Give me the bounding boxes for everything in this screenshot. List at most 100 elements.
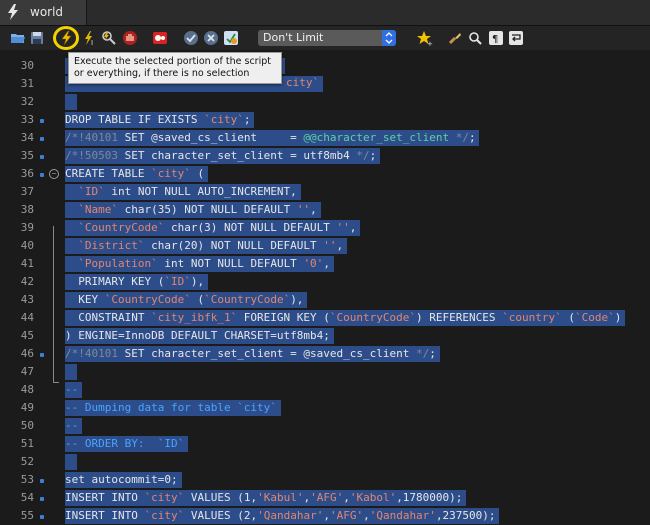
line-number: 50 <box>20 419 34 432</box>
line-number: 54 <box>20 491 34 504</box>
statement-marker-icon <box>40 353 44 357</box>
execute-current-icon[interactable]: I <box>80 29 98 47</box>
editor-line[interactable]: 41 `Population` int NOT NULL DEFAULT '0'… <box>0 255 650 273</box>
stop-icon[interactable] <box>121 29 139 47</box>
invisibles-icon[interactable]: ¶ <box>487 29 505 47</box>
execute-tooltip: Execute the selected portion of the scri… <box>68 52 282 84</box>
rollback-icon[interactable] <box>202 29 220 47</box>
code-text: -- <box>65 419 79 432</box>
editor-line[interactable]: 47 <box>0 363 650 381</box>
beautify-brush-icon[interactable] <box>446 29 464 47</box>
editor-line[interactable]: 53 set autocommit=0; <box>0 471 650 489</box>
editor-line[interactable]: 34 /*!40101 SET @saved_cs_client = @@char… <box>0 129 650 147</box>
limit-rows-select[interactable]: Don't Limit <box>258 30 396 46</box>
code-text: DROP TABLE IF EXISTS `city`; <box>65 113 251 126</box>
selection-highlight <box>65 364 77 380</box>
editor-line[interactable]: 32 <box>0 93 650 111</box>
chevron-updown-icon <box>382 30 396 46</box>
line-number: 40 <box>20 239 34 252</box>
editor-line[interactable]: 37 `ID` int NOT NULL AUTO_INCREMENT, <box>0 183 650 201</box>
editor-line[interactable]: 45) ENGINE=InnoDB DEFAULT CHARSET=utf8mb… <box>0 327 650 345</box>
tab-world[interactable]: world <box>0 0 87 25</box>
autocommit-icon[interactable] <box>222 29 240 47</box>
editor-line[interactable]: 55 INSERT INTO `city` VALUES (2,'Qandahar… <box>0 507 650 525</box>
line-number: 44 <box>20 311 34 324</box>
line-number: 49 <box>20 401 34 414</box>
execute-lightning-icon[interactable] <box>57 29 75 47</box>
selection-highlight <box>65 94 77 110</box>
line-number: 45 <box>20 329 34 342</box>
code-text: INSERT INTO `city` VALUES (2,'Qandahar',… <box>65 509 496 522</box>
editor-line[interactable]: 50 -- <box>0 417 650 435</box>
code-text: -- <box>65 383 79 396</box>
code-text: `Population` int NOT NULL DEFAULT '0', <box>78 257 330 270</box>
line-number: 30 <box>20 59 34 72</box>
save-icon[interactable] <box>28 29 46 47</box>
sql-editor-toolbar: I Don't Limit + ¶ <box>0 26 650 50</box>
editor-line[interactable]: 33 DROP TABLE IF EXISTS `city`; <box>0 111 650 129</box>
editor-line[interactable]: 38 `Name` char(35) NOT NULL DEFAULT '', <box>0 201 650 219</box>
editor-line[interactable]: 36 − CREATE TABLE `city` ( <box>0 165 650 183</box>
statement-marker-icon <box>40 119 44 123</box>
editor-line[interactable]: 39 `CountryCode` char(3) NOT NULL DEFAUL… <box>0 219 650 237</box>
editor-line[interactable]: 43 KEY `CountryCode` (`CountryCode`), <box>0 291 650 309</box>
editor-line[interactable]: 48 -- <box>0 381 650 399</box>
limit-rows-value: Don't Limit <box>263 31 324 44</box>
line-number: 48 <box>20 383 34 396</box>
code-text: CREATE TABLE `city` ( <box>65 167 205 180</box>
line-number: 55 <box>20 509 34 522</box>
code-text: /*!40101 SET @saved_cs_client = @@charac… <box>65 131 476 144</box>
editor-line[interactable]: 44 CONSTRAINT `city_ibfk_1` FOREIGN KEY … <box>0 309 650 327</box>
search-icon[interactable] <box>466 29 484 47</box>
toggle-continue-icon[interactable] <box>151 29 169 47</box>
line-number: 38 <box>20 203 34 216</box>
editor-line[interactable]: 42 PRIMARY KEY (`ID`), <box>0 273 650 291</box>
line-number: 31 <box>20 77 34 90</box>
line-number: 32 <box>20 95 34 108</box>
code-text: PRIMARY KEY (`ID`), <box>65 275 205 288</box>
code-text: KEY `CountryCode` (`CountryCode`), <box>65 293 304 306</box>
editor-line[interactable]: 51 -- ORDER BY: `ID` <box>0 435 650 453</box>
statement-marker-icon <box>40 479 44 483</box>
statement-marker-icon <box>40 137 44 141</box>
sql-editor[interactable]: 30 31 32 33 DROP TABLE IF EXISTS `city`; 34 /*… <box>0 51 650 524</box>
code-text: -- ORDER BY: `ID` <box>65 437 185 450</box>
code-text: CONSTRAINT `city_ibfk_1` FOREIGN KEY (`C… <box>65 311 622 324</box>
code-text: /*!50503 SET character_set_client = utf8… <box>65 149 377 162</box>
line-number: 47 <box>20 365 34 378</box>
code-text: /*!40101 SET character_set_client = @sav… <box>65 347 436 360</box>
editor-line[interactable]: 35 /*!50503 SET character_set_client = ut… <box>0 147 650 165</box>
code-text: `Name` char(35) NOT NULL DEFAULT '', <box>78 203 317 216</box>
editor-line[interactable]: 52 <box>0 453 650 471</box>
line-31-tail: city` <box>282 76 324 92</box>
line-number: 34 <box>20 131 34 144</box>
editor-line[interactable]: 40 `District` char(20) NOT NULL DEFAULT … <box>0 237 650 255</box>
svg-text:+: + <box>427 40 433 47</box>
svg-text:I: I <box>91 39 93 47</box>
editor-line[interactable]: 49 -- Dumping data for table `city` <box>0 399 650 417</box>
open-folder-icon[interactable] <box>9 29 27 47</box>
code-text: `CountryCode` char(3) NOT NULL DEFAULT '… <box>78 221 357 234</box>
tab-label: world <box>30 5 64 19</box>
commit-icon[interactable] <box>182 29 200 47</box>
editor-line[interactable]: 54 INSERT INTO `city` VALUES (1,'Kabul','… <box>0 489 650 507</box>
line-number: 39 <box>20 221 34 234</box>
bookmark-star-icon[interactable]: + <box>415 29 433 47</box>
code-text: `District` char(20) NOT NULL DEFAULT '', <box>78 239 344 252</box>
line-number: 33 <box>20 113 34 126</box>
fold-toggle-icon[interactable]: − <box>49 169 59 179</box>
line-number: 36 <box>20 167 34 180</box>
line-number: 46 <box>20 347 34 360</box>
wrap-icon[interactable] <box>507 29 525 47</box>
line-number: 43 <box>20 293 34 306</box>
svg-text:¶: ¶ <box>492 34 498 45</box>
code-text: set autocommit=0; <box>65 473 178 486</box>
code-text: INSERT INTO `city` VALUES (1,'Kabul','AF… <box>65 491 463 504</box>
line-number: 37 <box>20 185 34 198</box>
line-number: 51 <box>20 437 34 450</box>
line-number: 53 <box>20 473 34 486</box>
explain-icon[interactable] <box>100 29 118 47</box>
editor-line[interactable]: 46 /*!40101 SET character_set_client = @s… <box>0 345 650 363</box>
line-number: 35 <box>20 149 34 162</box>
statement-marker-icon <box>40 497 44 501</box>
